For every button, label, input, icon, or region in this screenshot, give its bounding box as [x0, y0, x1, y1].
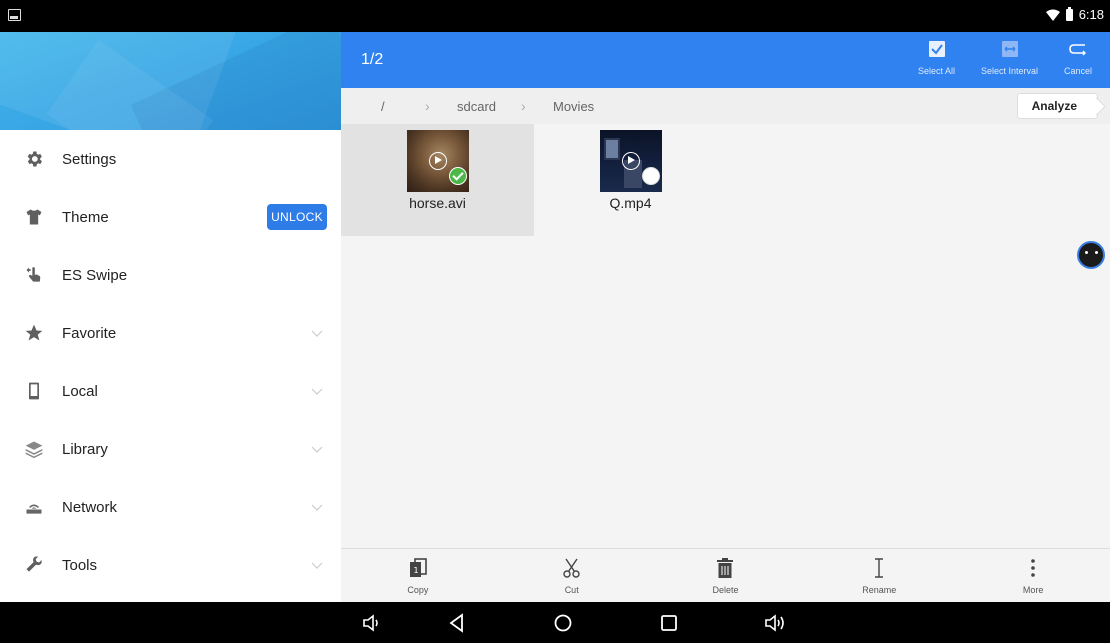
- floating-window-handle[interactable]: [1077, 241, 1105, 269]
- drawer-header: [0, 32, 341, 130]
- wrench-icon: [24, 555, 44, 575]
- sidebar-item-label: Network: [62, 498, 118, 516]
- chevron-right-icon: ›: [425, 98, 430, 114]
- select-all-button[interactable]: Select All: [918, 40, 955, 76]
- chevron-down-icon[interactable]: [311, 442, 323, 454]
- text-cursor-icon: [868, 557, 890, 579]
- chevron-right-icon: ›: [521, 98, 526, 114]
- gear-icon: [24, 149, 44, 169]
- sidebar-item-es-swipe[interactable]: ES Swipe: [0, 246, 341, 304]
- layers-icon: [24, 439, 44, 459]
- volume-up-icon[interactable]: [764, 612, 786, 634]
- sidebar-item-label: ES Swipe: [62, 266, 128, 284]
- analyze-button[interactable]: Analyze: [1016, 93, 1098, 119]
- copy-icon: 1: [407, 557, 429, 579]
- volume-down-icon[interactable]: [361, 612, 383, 634]
- chevron-down-icon[interactable]: [311, 326, 323, 338]
- status-bar: 6:18: [0, 0, 1110, 32]
- file-name: Q.mp4: [609, 195, 652, 211]
- router-icon: [24, 497, 44, 517]
- rename-button[interactable]: Rename: [802, 549, 956, 602]
- sidebar-item-library[interactable]: Library: [0, 420, 341, 478]
- status-time: 6:18: [1078, 7, 1104, 22]
- sidebar-item-label: Local: [62, 382, 98, 400]
- wifi-icon: [1045, 9, 1060, 21]
- undo-icon: [1069, 44, 1086, 56]
- sidebar-item-label: Settings: [62, 150, 117, 168]
- breadcrumb-item[interactable]: Movies: [553, 99, 594, 114]
- swipe-icon: [24, 265, 44, 285]
- file-item[interactable]: horse.avi: [341, 124, 534, 236]
- sidebar-item-label: Tools: [62, 556, 98, 574]
- trash-icon: [714, 557, 736, 579]
- file-item[interactable]: Q.mp4: [534, 124, 727, 236]
- file-browser: 1/2 Select All Select Interval Cancel / …: [341, 32, 1110, 602]
- play-icon: [621, 152, 640, 170]
- sidebar-item-tools[interactable]: Tools: [0, 536, 341, 594]
- chevron-down-icon[interactable]: [311, 384, 323, 396]
- more-button[interactable]: More: [956, 549, 1110, 602]
- copy-button[interactable]: 1 Copy: [341, 549, 495, 602]
- star-icon: [24, 323, 44, 343]
- sidebar-item-network[interactable]: Network: [0, 478, 341, 536]
- chevron-down-icon[interactable]: [311, 558, 323, 570]
- battery-icon: [1065, 6, 1073, 21]
- checkbox-checked-icon: [928, 41, 945, 57]
- delete-button[interactable]: Delete: [649, 549, 803, 602]
- shirt-icon: [24, 207, 44, 227]
- sidebar-item-label: Theme: [62, 208, 109, 226]
- more-vertical-icon: [1022, 557, 1044, 579]
- file-name: horse.avi: [409, 195, 466, 211]
- cancel-button[interactable]: Cancel: [1064, 40, 1092, 76]
- file-grid: horse.avi Q.mp4: [341, 124, 1110, 548]
- back-icon[interactable]: [446, 612, 468, 634]
- chevron-down-icon[interactable]: [311, 500, 323, 512]
- navigation-drawer: Settings Theme UNLOCK ES Swipe Favorite: [0, 32, 341, 602]
- selected-check-icon[interactable]: [449, 167, 467, 185]
- bottom-toolbar: 1 Copy Cut Delete Rename More: [341, 548, 1110, 602]
- play-icon: [428, 152, 447, 170]
- screenshot-notification-icon: [8, 9, 21, 21]
- sidebar-item-theme[interactable]: Theme UNLOCK: [0, 188, 341, 246]
- scissors-icon: [561, 557, 583, 579]
- sidebar-item-label: Favorite: [62, 324, 117, 342]
- selection-count: 1/2: [361, 51, 384, 68]
- selection-action-bar: 1/2 Select All Select Interval Cancel: [341, 32, 1110, 88]
- select-interval-icon: [1001, 41, 1018, 57]
- select-interval-button[interactable]: Select Interval: [981, 40, 1038, 76]
- status-right: 6:18: [1045, 6, 1104, 22]
- recents-icon[interactable]: [658, 612, 680, 634]
- cut-button[interactable]: Cut: [495, 549, 649, 602]
- sidebar-item-favorite[interactable]: Favorite: [0, 304, 341, 362]
- drawer-list: Settings Theme UNLOCK ES Swipe Favorite: [0, 130, 341, 594]
- breadcrumb: / › sdcard › Movies Analyze: [341, 88, 1110, 124]
- unlock-button[interactable]: UNLOCK: [267, 204, 327, 230]
- unselected-circle-icon[interactable]: [642, 167, 660, 185]
- breadcrumb-item[interactable]: sdcard: [457, 99, 496, 114]
- svg-text:1: 1: [413, 566, 418, 575]
- breadcrumb-root[interactable]: /: [381, 99, 385, 114]
- phone-icon: [24, 381, 44, 401]
- sidebar-item-label: Library: [62, 440, 108, 458]
- sidebar-item-settings[interactable]: Settings: [0, 130, 341, 188]
- system-navigation-bar: [0, 602, 1110, 643]
- sidebar-item-local[interactable]: Local: [0, 362, 341, 420]
- home-icon[interactable]: [552, 612, 574, 634]
